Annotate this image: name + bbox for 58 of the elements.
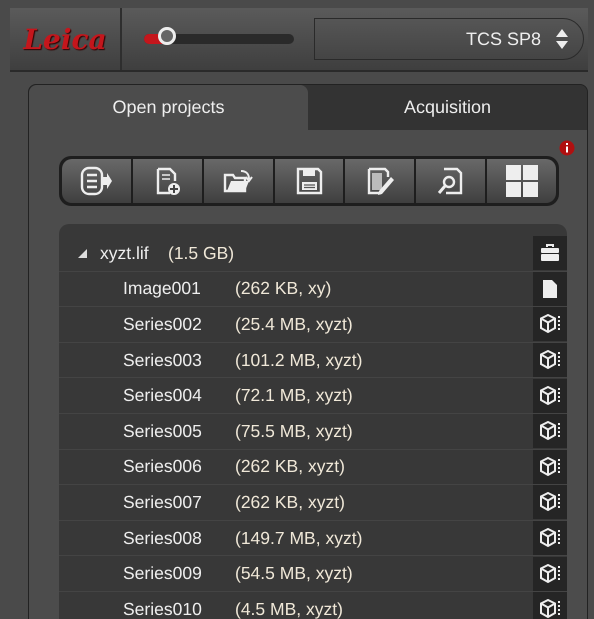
edit-button[interactable]: [345, 159, 414, 203]
item-details: (262 KB, xy): [235, 278, 332, 300]
save-button[interactable]: [274, 159, 344, 203]
grid-icon: [504, 165, 539, 197]
item-details: (101.2 MB, xyzt): [235, 350, 362, 371]
tree-row[interactable]: Series009 (54.5 MB, xyzt): [59, 556, 567, 592]
up-down-arrows-icon: [555, 28, 569, 50]
list-arrow-icon: [79, 165, 114, 197]
tree-row[interactable]: xyzt.lif (1.5 GB): [59, 236, 567, 272]
system-dropdown[interactable]: TCS SP8: [314, 18, 584, 60]
cube-icon: [539, 528, 561, 548]
layout-button[interactable]: [487, 159, 556, 203]
document-icon: [542, 278, 558, 299]
cube-icon: [539, 314, 561, 334]
tree-row[interactable]: Series006 (262 KB, xyzt): [59, 450, 567, 486]
item-name: Series005: [123, 420, 203, 442]
item-details: (262 KB, xyzt): [235, 492, 345, 513]
tree-row[interactable]: Series002 (25.4 MB, xyzt): [59, 307, 567, 343]
item-details: (4.5 MB, xyzt): [235, 598, 343, 619]
tree-row[interactable]: Series008 (149.7 MB, xyzt): [59, 520, 567, 556]
item-name: Series007: [123, 492, 203, 513]
cube-icon: [539, 599, 561, 619]
cube-icon: [539, 421, 561, 442]
cube-icon: [539, 456, 561, 477]
open-button[interactable]: [204, 159, 273, 203]
cube-icon: [539, 350, 561, 370]
cube-icon: [539, 492, 561, 512]
item-name: Image001: [123, 278, 202, 300]
tree-row[interactable]: Series005 (75.5 MB, xyzt): [59, 414, 567, 450]
close-button[interactable]: [62, 159, 131, 203]
find-button[interactable]: [416, 159, 486, 203]
tree-row[interactable]: Series004 (72.1 MB, xyzt): [59, 378, 567, 414]
item-name: Series010: [123, 598, 203, 619]
tree-row[interactable]: Series010 (4.5 MB, xyzt): [59, 592, 567, 619]
item-details: (54.5 MB, xyzt): [235, 563, 353, 584]
file-size: (1.5 GB): [168, 242, 234, 264]
item-details: (262 KB, xyzt): [235, 456, 345, 478]
cube-icon: [539, 386, 561, 406]
cube-icon: [539, 564, 561, 584]
toolbox-icon: [540, 244, 560, 262]
tree-row[interactable]: Series003 (101.2 MB, xyzt): [59, 342, 567, 378]
tree-row[interactable]: Image001 (262 KB, xy): [59, 272, 567, 308]
item-name: Series004: [123, 385, 203, 406]
item-details: (149.7 MB, xyzt): [235, 528, 362, 549]
new-button[interactable]: [132, 159, 202, 203]
file-name: xyzt.lif: [100, 242, 150, 264]
item-name: Series003: [123, 350, 203, 371]
expand-triangle-icon[interactable]: [77, 248, 88, 259]
item-details: (75.5 MB, xyzt): [235, 420, 353, 442]
item-name: Series009: [123, 563, 203, 584]
item-details: (72.1 MB, xyzt): [235, 385, 353, 406]
item-name: Series002: [123, 314, 203, 335]
tab[interactable]: Open projects: [29, 85, 308, 130]
logo: Leica: [23, 22, 107, 56]
item-details: (25.4 MB, xyzt): [235, 314, 353, 335]
item-name: Series008: [123, 528, 203, 549]
item-name: Series006: [123, 456, 203, 478]
tree-row[interactable]: Series007 (262 KB, xyzt): [59, 485, 567, 521]
